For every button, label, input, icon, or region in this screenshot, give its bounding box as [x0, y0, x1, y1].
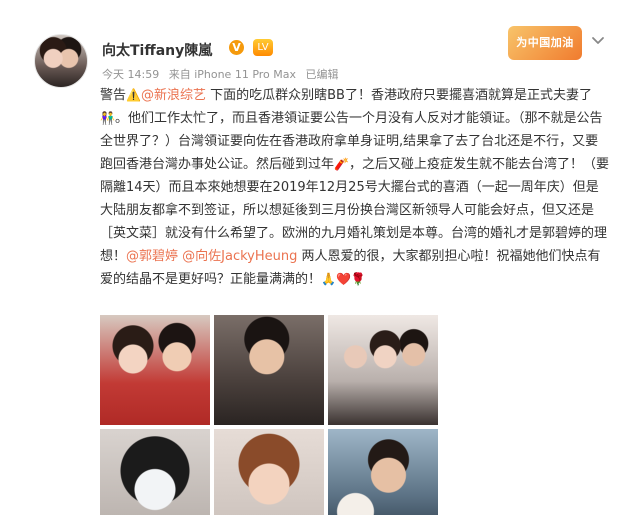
- chevron-down-icon[interactable]: [590, 32, 606, 48]
- promo-badge[interactable]: 为中国加油: [508, 26, 582, 60]
- mention-link[interactable]: @新浪综艺: [141, 88, 206, 103]
- photo-thumbnail[interactable]: [328, 315, 438, 425]
- level-badge-icon: LV: [253, 39, 273, 56]
- post-header: 向太Tiffany陳嵐 V LV 今天 14:59 来自 iPhone 11 P…: [34, 26, 614, 88]
- warning-icon: ⚠️: [126, 88, 141, 102]
- photo-thumbnail[interactable]: [328, 429, 438, 515]
- edited-label[interactable]: 已编辑: [306, 68, 339, 81]
- mention-link[interactable]: @向佐JackyHeung: [182, 249, 297, 264]
- post-time[interactable]: 今天 14:59: [102, 68, 159, 81]
- text-segment: 警告: [100, 88, 127, 103]
- photo-thumbnail[interactable]: [214, 315, 324, 425]
- emoji-icons: 🙏❤️🌹: [321, 272, 366, 286]
- avatar[interactable]: [34, 34, 88, 88]
- post-text: 警告⚠️@新浪综艺 下面的吃瓜群众别瞎BB了！香港政府只要擺喜酒就算是正式夫妻了…: [100, 84, 610, 291]
- photo-thumbnail[interactable]: [100, 315, 210, 425]
- text-segment: 下面的吃瓜群众别瞎BB了！香港政府只要擺喜酒就算是正式夫妻了: [205, 88, 592, 103]
- mention-link[interactable]: @郭碧婷: [126, 249, 178, 264]
- photo-thumbnail[interactable]: [100, 429, 210, 515]
- photo-grid: [100, 315, 438, 515]
- post-meta: 今天 14:59 来自 iPhone 11 Pro Max 已编辑: [102, 66, 345, 82]
- couple-icon: 👫: [100, 111, 115, 125]
- author-name[interactable]: 向太Tiffany陳嵐: [102, 40, 212, 60]
- photo-thumbnail[interactable]: [214, 429, 324, 515]
- firecracker-icon: 🧨: [334, 157, 349, 171]
- post-source: 来自 iPhone 11 Pro Max: [168, 68, 297, 81]
- verified-badge-icon: V: [229, 40, 244, 55]
- text-segment: ，之后又碰上疫症发生就不能去台湾了！（要隔離14天）而且本來她想要在2019年1…: [100, 157, 609, 264]
